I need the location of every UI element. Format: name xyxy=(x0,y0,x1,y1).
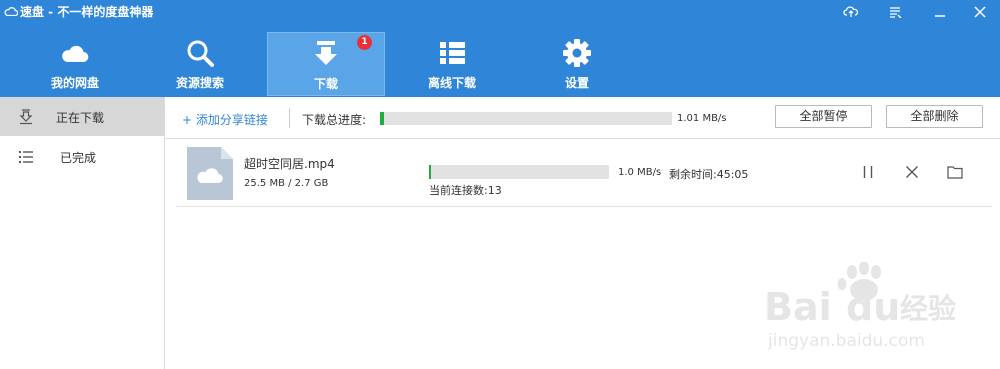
nav-label: 我的网盘 xyxy=(50,76,99,90)
download-toolbar: + 添加分享链接 下载总进度: 1.01 MB/s 全部暂停 全部删除 xyxy=(165,97,1000,139)
app-title: 速盘 - 不一样的度盘神器 xyxy=(20,5,154,19)
sidebar-item-label: 已完成 xyxy=(60,151,97,165)
pause-icon xyxy=(863,166,873,178)
close-icon xyxy=(974,6,986,18)
nav-label: 设置 xyxy=(564,76,589,90)
nav-offline-download[interactable]: 离线下载 xyxy=(393,32,511,96)
sidebar: 正在下载 已完成 xyxy=(0,97,165,369)
svg-text:经验: 经验 xyxy=(900,292,956,325)
sidebar-item-completed[interactable]: 已完成 xyxy=(0,137,164,176)
cloud-sync-button[interactable] xyxy=(836,0,866,24)
title-bar[interactable]: 速盘 - 不一样的度盘神器 xyxy=(0,0,1000,24)
pause-button[interactable] xyxy=(857,162,879,182)
file-progress-bar xyxy=(429,165,609,179)
file-progress-fill xyxy=(429,165,432,179)
close-icon xyxy=(906,166,918,178)
delete-all-button[interactable]: 全部删除 xyxy=(886,105,983,128)
cloud-icon xyxy=(62,45,89,63)
svg-text:jingyan.baidu.com: jingyan.baidu.com xyxy=(767,331,925,351)
svg-text:Bai: Bai xyxy=(764,285,832,329)
file-size: 25.5 MB / 2.7 GB xyxy=(244,178,329,189)
nav-download[interactable]: 1 下载 xyxy=(267,32,385,96)
list-icon xyxy=(440,42,465,64)
file-cloud-icon xyxy=(187,147,233,200)
file-speed: 1.0 MB/s xyxy=(618,167,662,178)
nav-label: 下载 xyxy=(313,77,338,91)
open-folder-button[interactable] xyxy=(944,162,966,182)
notification-badge: 1 xyxy=(357,35,372,50)
download-tray-icon xyxy=(19,109,33,125)
nav-settings[interactable]: 设置 xyxy=(518,32,636,96)
remaining-time: 剩余时间:45:05 xyxy=(669,168,749,181)
cloud-icon xyxy=(4,7,18,16)
top-bar: 速盘 - 不一样的度盘神器 我的网盘 资源搜索 1 下载 离线下载 设置 xyxy=(0,0,1000,97)
total-progress-bar xyxy=(380,112,672,125)
file-name: 超时空同居.mp4 xyxy=(244,157,335,171)
close-button[interactable] xyxy=(965,0,995,24)
connection-count: 当前连接数:13 xyxy=(429,184,502,197)
add-share-link-button[interactable]: + 添加分享链接 xyxy=(182,111,268,128)
delete-button[interactable] xyxy=(901,162,923,182)
pause-all-button[interactable]: 全部暂停 xyxy=(775,105,872,128)
search-icon xyxy=(187,40,214,67)
list-icon xyxy=(19,151,33,163)
nav-resource-search[interactable]: 资源搜索 xyxy=(141,32,259,96)
gear-icon xyxy=(563,39,591,67)
nav-label: 离线下载 xyxy=(427,76,476,90)
nav-label: 资源搜索 xyxy=(175,76,224,90)
total-progress-label: 下载总进度: xyxy=(302,113,367,127)
cloud-sync-icon xyxy=(843,6,859,17)
sidebar-item-downloading[interactable]: 正在下载 xyxy=(0,97,164,136)
total-speed: 1.01 MB/s xyxy=(677,113,727,124)
download-arrow-icon xyxy=(315,41,337,65)
minimize-button[interactable] xyxy=(925,0,955,24)
skin-icon xyxy=(890,7,902,18)
total-progress-fill xyxy=(380,112,385,125)
download-row[interactable]: 超时空同居.mp4 25.5 MB / 2.7 GB 1.0 MB/s 剩余时间… xyxy=(176,140,992,207)
sidebar-item-label: 正在下载 xyxy=(56,111,105,125)
folder-icon xyxy=(947,166,963,179)
divider xyxy=(289,108,290,128)
nav-my-disk[interactable]: 我的网盘 xyxy=(16,32,134,96)
skin-button[interactable] xyxy=(880,0,910,24)
svg-text:du: du xyxy=(846,285,900,329)
baidu-jingyan-watermark: Bai du 经验 jingyan.baidu.com xyxy=(764,262,956,351)
minimize-icon xyxy=(935,15,945,17)
